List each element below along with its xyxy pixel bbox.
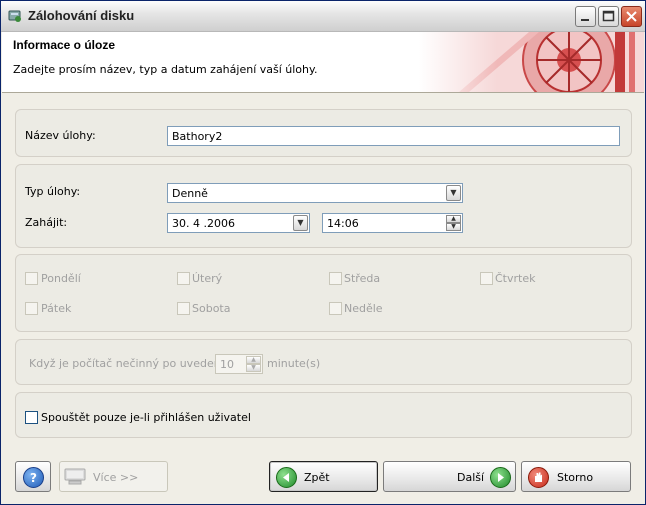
- day-checkbox-sunday[interactable]: [329, 302, 342, 315]
- idle-group: Když je počítač nečinný po uvedený 10 ▲ …: [15, 339, 632, 385]
- chevron-down-icon[interactable]: ▼: [446, 185, 461, 201]
- stop-hand-icon: [528, 467, 549, 488]
- close-button[interactable]: [621, 6, 642, 27]
- help-icon: ?: [23, 467, 44, 488]
- computer-icon: [64, 467, 86, 489]
- start-date-picker[interactable]: 30. 4 .2006 ▼: [167, 213, 310, 233]
- header-subtitle: Zadejte prosím název, typ a datum zaháje…: [13, 63, 318, 76]
- idle-minutes-spinner[interactable]: 10 ▲ ▼: [215, 354, 263, 374]
- day-label-tuesday: Úterý: [192, 272, 223, 285]
- day-checkbox-tuesday[interactable]: [177, 272, 190, 285]
- task-type-value: Denně: [172, 187, 208, 200]
- day-label-friday: Pátek: [41, 302, 72, 315]
- svg-text:?: ?: [30, 471, 37, 485]
- day-label-monday: Pondělí: [41, 272, 81, 285]
- spin-down-icon[interactable]: ▼: [246, 364, 261, 372]
- next-button[interactable]: Další: [383, 461, 516, 492]
- task-type-label: Typ úlohy:: [25, 185, 81, 198]
- day-checkbox-saturday[interactable]: [177, 302, 190, 315]
- day-label-saturday: Sobota: [192, 302, 231, 315]
- days-group: Pondělí Úterý Středa Čtvrtek Pátek Sobot…: [15, 254, 632, 332]
- day-label-thursday: Čtvrtek: [495, 272, 536, 285]
- spin-up-icon[interactable]: ▲: [246, 356, 261, 364]
- cancel-label: Storno: [557, 471, 594, 484]
- user-only-label: Spouštět pouze je-li přihlášen uživatel: [41, 411, 251, 424]
- cancel-button[interactable]: Storno: [521, 461, 631, 492]
- day-checkbox-thursday[interactable]: [480, 272, 493, 285]
- header-title: Informace o úloze: [13, 38, 116, 52]
- help-button[interactable]: ?: [15, 461, 51, 492]
- task-type-select[interactable]: Denně ▼: [167, 183, 463, 203]
- wizard-header: Informace o úloze Zadejte prosím název, …: [2, 32, 644, 93]
- more-label: Více >>: [93, 471, 139, 484]
- back-button[interactable]: Zpět: [269, 461, 378, 492]
- day-checkbox-monday[interactable]: [25, 272, 38, 285]
- day-checkbox-wednesday[interactable]: [329, 272, 342, 285]
- spin-up-icon[interactable]: ▲: [446, 215, 461, 223]
- schedule-group: Typ úlohy: Denně ▼ Zahájit: 30. 4 .2006 …: [15, 164, 632, 248]
- next-label: Další: [457, 471, 485, 484]
- user-only-group: Spouštět pouze je-li přihlášen uživatel: [15, 392, 632, 438]
- idle-minutes-value: 10: [220, 358, 234, 371]
- user-only-checkbox[interactable]: [25, 411, 38, 424]
- disk-backup-icon: [7, 8, 23, 24]
- window-title: Zálohování disku: [28, 8, 135, 23]
- day-checkbox-friday[interactable]: [25, 302, 38, 315]
- arrow-left-icon: [276, 467, 297, 488]
- arrow-right-icon: [490, 467, 511, 488]
- spin-down-icon[interactable]: ▼: [446, 223, 461, 231]
- dialog-window: Zálohování disku Informace o úloze Zadej…: [0, 0, 646, 505]
- task-name-label: Název úlohy:: [25, 129, 96, 142]
- chevron-down-icon[interactable]: ▼: [293, 215, 308, 231]
- start-time-spinner[interactable]: 14:06 ▲ ▼: [322, 213, 463, 233]
- start-date-value: 30. 4 .2006: [172, 217, 235, 230]
- task-name-group: Název úlohy: Bathory2: [15, 109, 632, 157]
- vault-door-icon: [419, 32, 644, 92]
- day-label-sunday: Neděle: [344, 302, 383, 315]
- more-button[interactable]: Více >>: [59, 461, 168, 492]
- start-time-value: 14:06: [327, 217, 359, 230]
- task-name-input[interactable]: Bathory2: [167, 126, 620, 146]
- idle-unit-label: minute(s): [267, 357, 321, 370]
- minimize-button[interactable]: [575, 6, 596, 27]
- maximize-button[interactable]: [598, 6, 619, 27]
- idle-label: Když je počítač nečinný po uvedený: [29, 357, 228, 370]
- day-label-wednesday: Středa: [344, 272, 381, 285]
- start-label: Zahájit:: [25, 216, 68, 229]
- back-label: Zpět: [304, 471, 330, 484]
- title-bar[interactable]: Zálohování disku: [1, 1, 645, 32]
